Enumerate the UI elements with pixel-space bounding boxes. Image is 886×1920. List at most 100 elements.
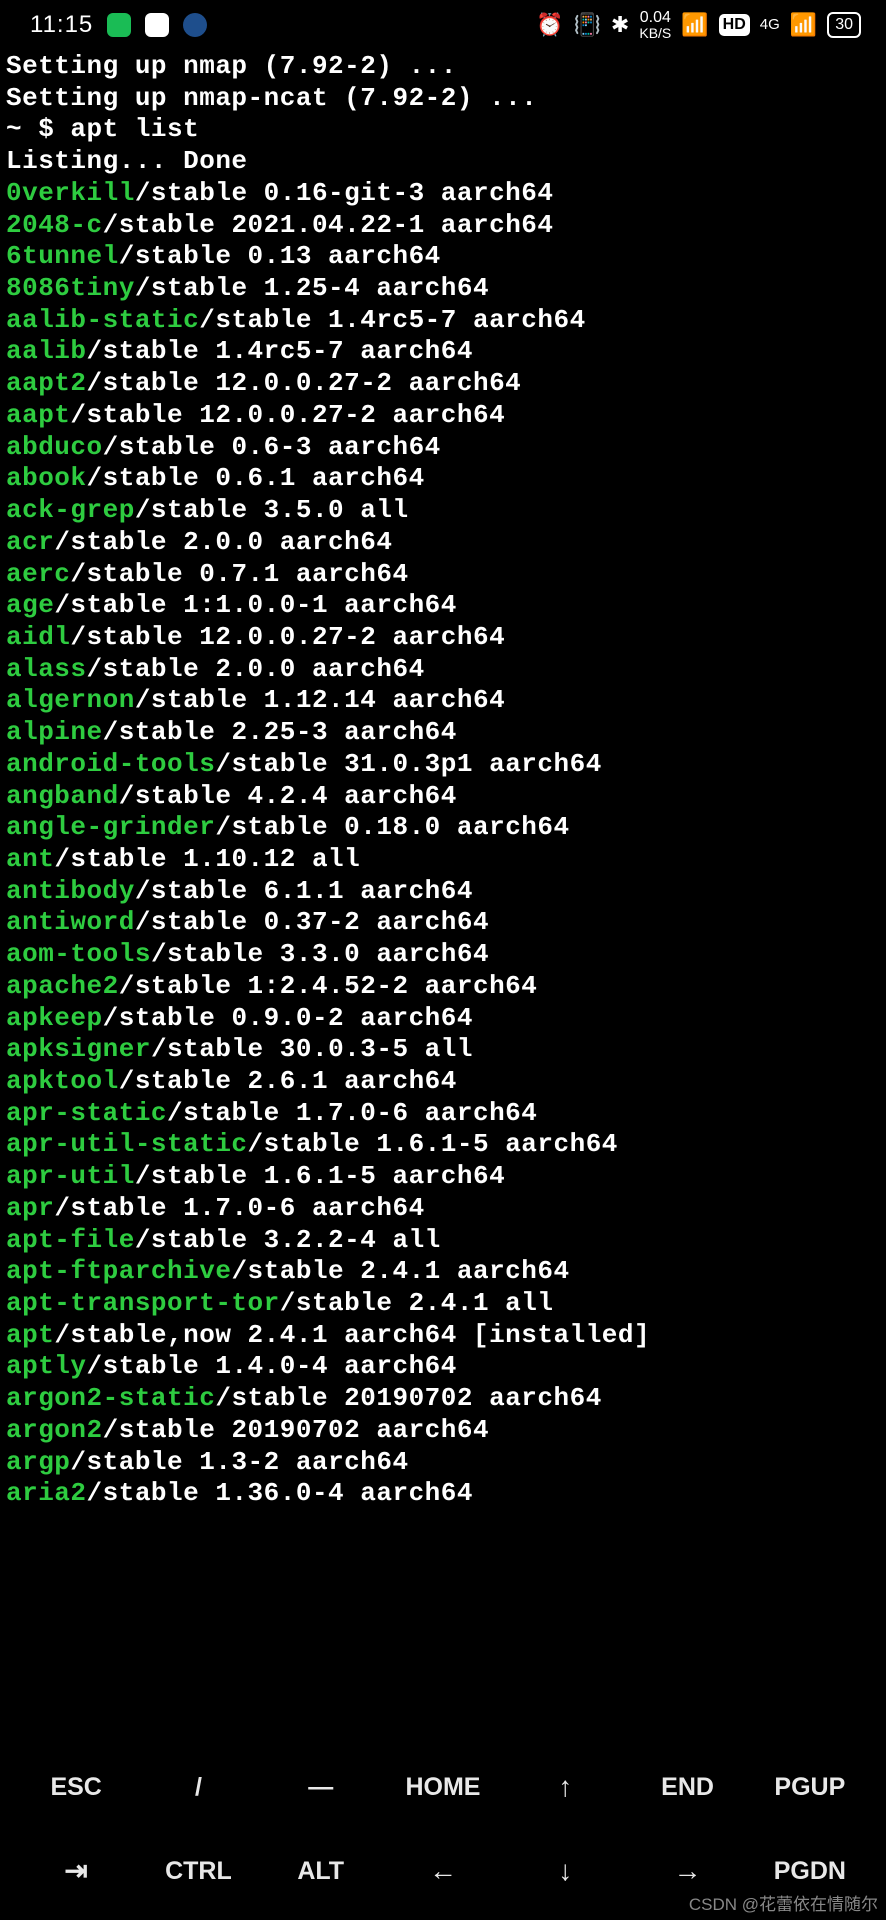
package-line: 6tunnel/stable 0.13 aarch64	[6, 241, 880, 273]
package-name: abduco	[6, 432, 103, 462]
signal-4g: 4G	[760, 16, 780, 34]
package-name: 2048-c	[6, 210, 103, 240]
package-line: android-tools/stable 31.0.3p1 aarch64	[6, 749, 880, 781]
package-name: android-tools	[6, 749, 215, 779]
package-info: /stable 2.6.1 aarch64	[119, 1066, 457, 1096]
package-line: angle-grinder/stable 0.18.0 aarch64	[6, 812, 880, 844]
package-info: /stable 1.4rc5-7 aarch64	[87, 336, 473, 366]
package-info: /stable 2.25-3 aarch64	[103, 717, 457, 747]
key-down[interactable]: ↓	[504, 1854, 626, 1888]
package-name: apktool	[6, 1066, 119, 1096]
key-end[interactable]: END	[626, 1772, 748, 1803]
package-name: apache2	[6, 971, 119, 1001]
package-info: /stable 0.6-3 aarch64	[103, 432, 441, 462]
package-name: apt-transport-tor	[6, 1288, 280, 1318]
package-info: /stable 20190702 aarch64	[103, 1415, 489, 1445]
package-name: angle-grinder	[6, 812, 215, 842]
package-line: aerc/stable 0.7.1 aarch64	[6, 559, 880, 591]
status-time: 11:15	[30, 10, 93, 39]
package-info: /stable 0.13 aarch64	[119, 241, 441, 271]
key-esc[interactable]: ESC	[15, 1772, 137, 1803]
package-name: aom-tools	[6, 939, 151, 969]
package-info: /stable 1.7.0-6 aarch64	[167, 1098, 537, 1128]
key-dash[interactable]: —	[260, 1772, 382, 1803]
package-info: /stable 2.4.1 all	[280, 1288, 554, 1318]
package-info: /stable 1.7.0-6 aarch64	[54, 1193, 424, 1223]
package-name: aapt2	[6, 368, 87, 398]
terminal-output[interactable]: Setting up nmap (7.92-2) ...Setting up n…	[0, 45, 886, 1510]
key-right[interactable]: →	[626, 1854, 748, 1888]
package-line: argon2/stable 20190702 aarch64	[6, 1415, 880, 1447]
package-name: apt-ftparchive	[6, 1256, 231, 1286]
package-info: /stable 1.25-4 aarch64	[135, 273, 489, 303]
key-home[interactable]: HOME	[382, 1772, 504, 1803]
status-left: 11:15	[30, 10, 207, 39]
key-alt[interactable]: ALT	[260, 1856, 382, 1887]
key-slash[interactable]: /	[137, 1772, 259, 1803]
package-name: aidl	[6, 622, 70, 652]
package-line: ack-grep/stable 3.5.0 all	[6, 495, 880, 527]
package-info: /stable 2.0.0 aarch64	[87, 654, 425, 684]
package-name: 0verkill	[6, 178, 135, 208]
package-line: 2048-c/stable 2021.04.22-1 aarch64	[6, 210, 880, 242]
key-tab[interactable]: ⇥	[15, 1854, 137, 1888]
package-line: aidl/stable 12.0.0.27-2 aarch64	[6, 622, 880, 654]
signal-bars-icon: 📶	[790, 12, 817, 39]
keyboard-row-2: ⇥ CTRL ALT ← ↓ → PGDN	[0, 1854, 886, 1888]
package-line: apt-ftparchive/stable 2.4.1 aarch64	[6, 1256, 880, 1288]
package-name: angband	[6, 781, 119, 811]
key-ctrl[interactable]: CTRL	[137, 1856, 259, 1887]
package-name: argp	[6, 1447, 70, 1477]
package-line: abduco/stable 0.6-3 aarch64	[6, 432, 880, 464]
package-name: algernon	[6, 685, 135, 715]
package-info: /stable 1.6.1-5 aarch64	[248, 1129, 618, 1159]
package-line: alpine/stable 2.25-3 aarch64	[6, 717, 880, 749]
package-line: apache2/stable 1:2.4.52-2 aarch64	[6, 971, 880, 1003]
package-info: /stable 12.0.0.27-2 aarch64	[70, 622, 505, 652]
package-info: /stable 1.36.0-4 aarch64	[87, 1478, 473, 1508]
watermark: CSDN @花蕾依在情随尔	[689, 1895, 878, 1916]
package-line: ant/stable 1.10.12 all	[6, 844, 880, 876]
key-pgdn[interactable]: PGDN	[749, 1856, 871, 1887]
key-up[interactable]: ↑	[504, 1770, 626, 1804]
package-info: /stable 1:2.4.52-2 aarch64	[119, 971, 538, 1001]
package-line: aapt2/stable 12.0.0.27-2 aarch64	[6, 368, 880, 400]
package-line: angband/stable 4.2.4 aarch64	[6, 781, 880, 813]
package-info: /stable 1.6.1-5 aarch64	[135, 1161, 505, 1191]
package-info: /stable 30.0.3-5 all	[151, 1034, 473, 1064]
package-line: 8086tiny/stable 1.25-4 aarch64	[6, 273, 880, 305]
package-line: apr/stable 1.7.0-6 aarch64	[6, 1193, 880, 1225]
package-name: ant	[6, 844, 54, 874]
key-left[interactable]: ←	[382, 1854, 504, 1888]
package-name: aerc	[6, 559, 70, 589]
package-name: apr-static	[6, 1098, 167, 1128]
package-name: aapt	[6, 400, 70, 430]
package-line: apt/stable,now 2.4.1 aarch64 [installed]	[6, 1320, 880, 1352]
keyboard-row-1: ESC / — HOME ↑ END PGUP	[0, 1770, 886, 1804]
package-info: /stable 1.4rc5-7 aarch64	[199, 305, 585, 335]
package-info: /stable 4.2.4 aarch64	[119, 781, 457, 811]
package-name: argon2	[6, 1415, 103, 1445]
package-line: acr/stable 2.0.0 aarch64	[6, 527, 880, 559]
status-right: ⏰ 📳 ✱ 0.04 KB/S 📶 HD 4G 📶 30	[536, 10, 861, 40]
package-info: /stable 0.37-2 aarch64	[135, 907, 489, 937]
package-name: apr-util	[6, 1161, 135, 1191]
wifi-icon: 📶	[681, 12, 708, 39]
package-info: /stable 1.3-2 aarch64	[70, 1447, 408, 1477]
package-line: aom-tools/stable 3.3.0 aarch64	[6, 939, 880, 971]
package-info: /stable 0.9.0-2 aarch64	[103, 1003, 473, 1033]
package-info: /stable 1.12.14 aarch64	[135, 685, 505, 715]
package-info: /stable 2021.04.22-1 aarch64	[103, 210, 554, 240]
package-info: /stable 1:1.0.0-1 aarch64	[54, 590, 457, 620]
package-name: apr-util-static	[6, 1129, 248, 1159]
app-icon-1	[145, 13, 169, 37]
package-name: aria2	[6, 1478, 87, 1508]
package-name: apr	[6, 1193, 54, 1223]
package-info: /stable 2.0.0 aarch64	[54, 527, 392, 557]
key-pgup[interactable]: PGUP	[749, 1772, 871, 1803]
package-name: 8086tiny	[6, 273, 135, 303]
package-line: argon2-static/stable 20190702 aarch64	[6, 1383, 880, 1415]
package-line: apt-transport-tor/stable 2.4.1 all	[6, 1288, 880, 1320]
alarm-icon: ⏰	[536, 12, 563, 39]
network-speed: 0.04 KB/S	[639, 10, 671, 40]
